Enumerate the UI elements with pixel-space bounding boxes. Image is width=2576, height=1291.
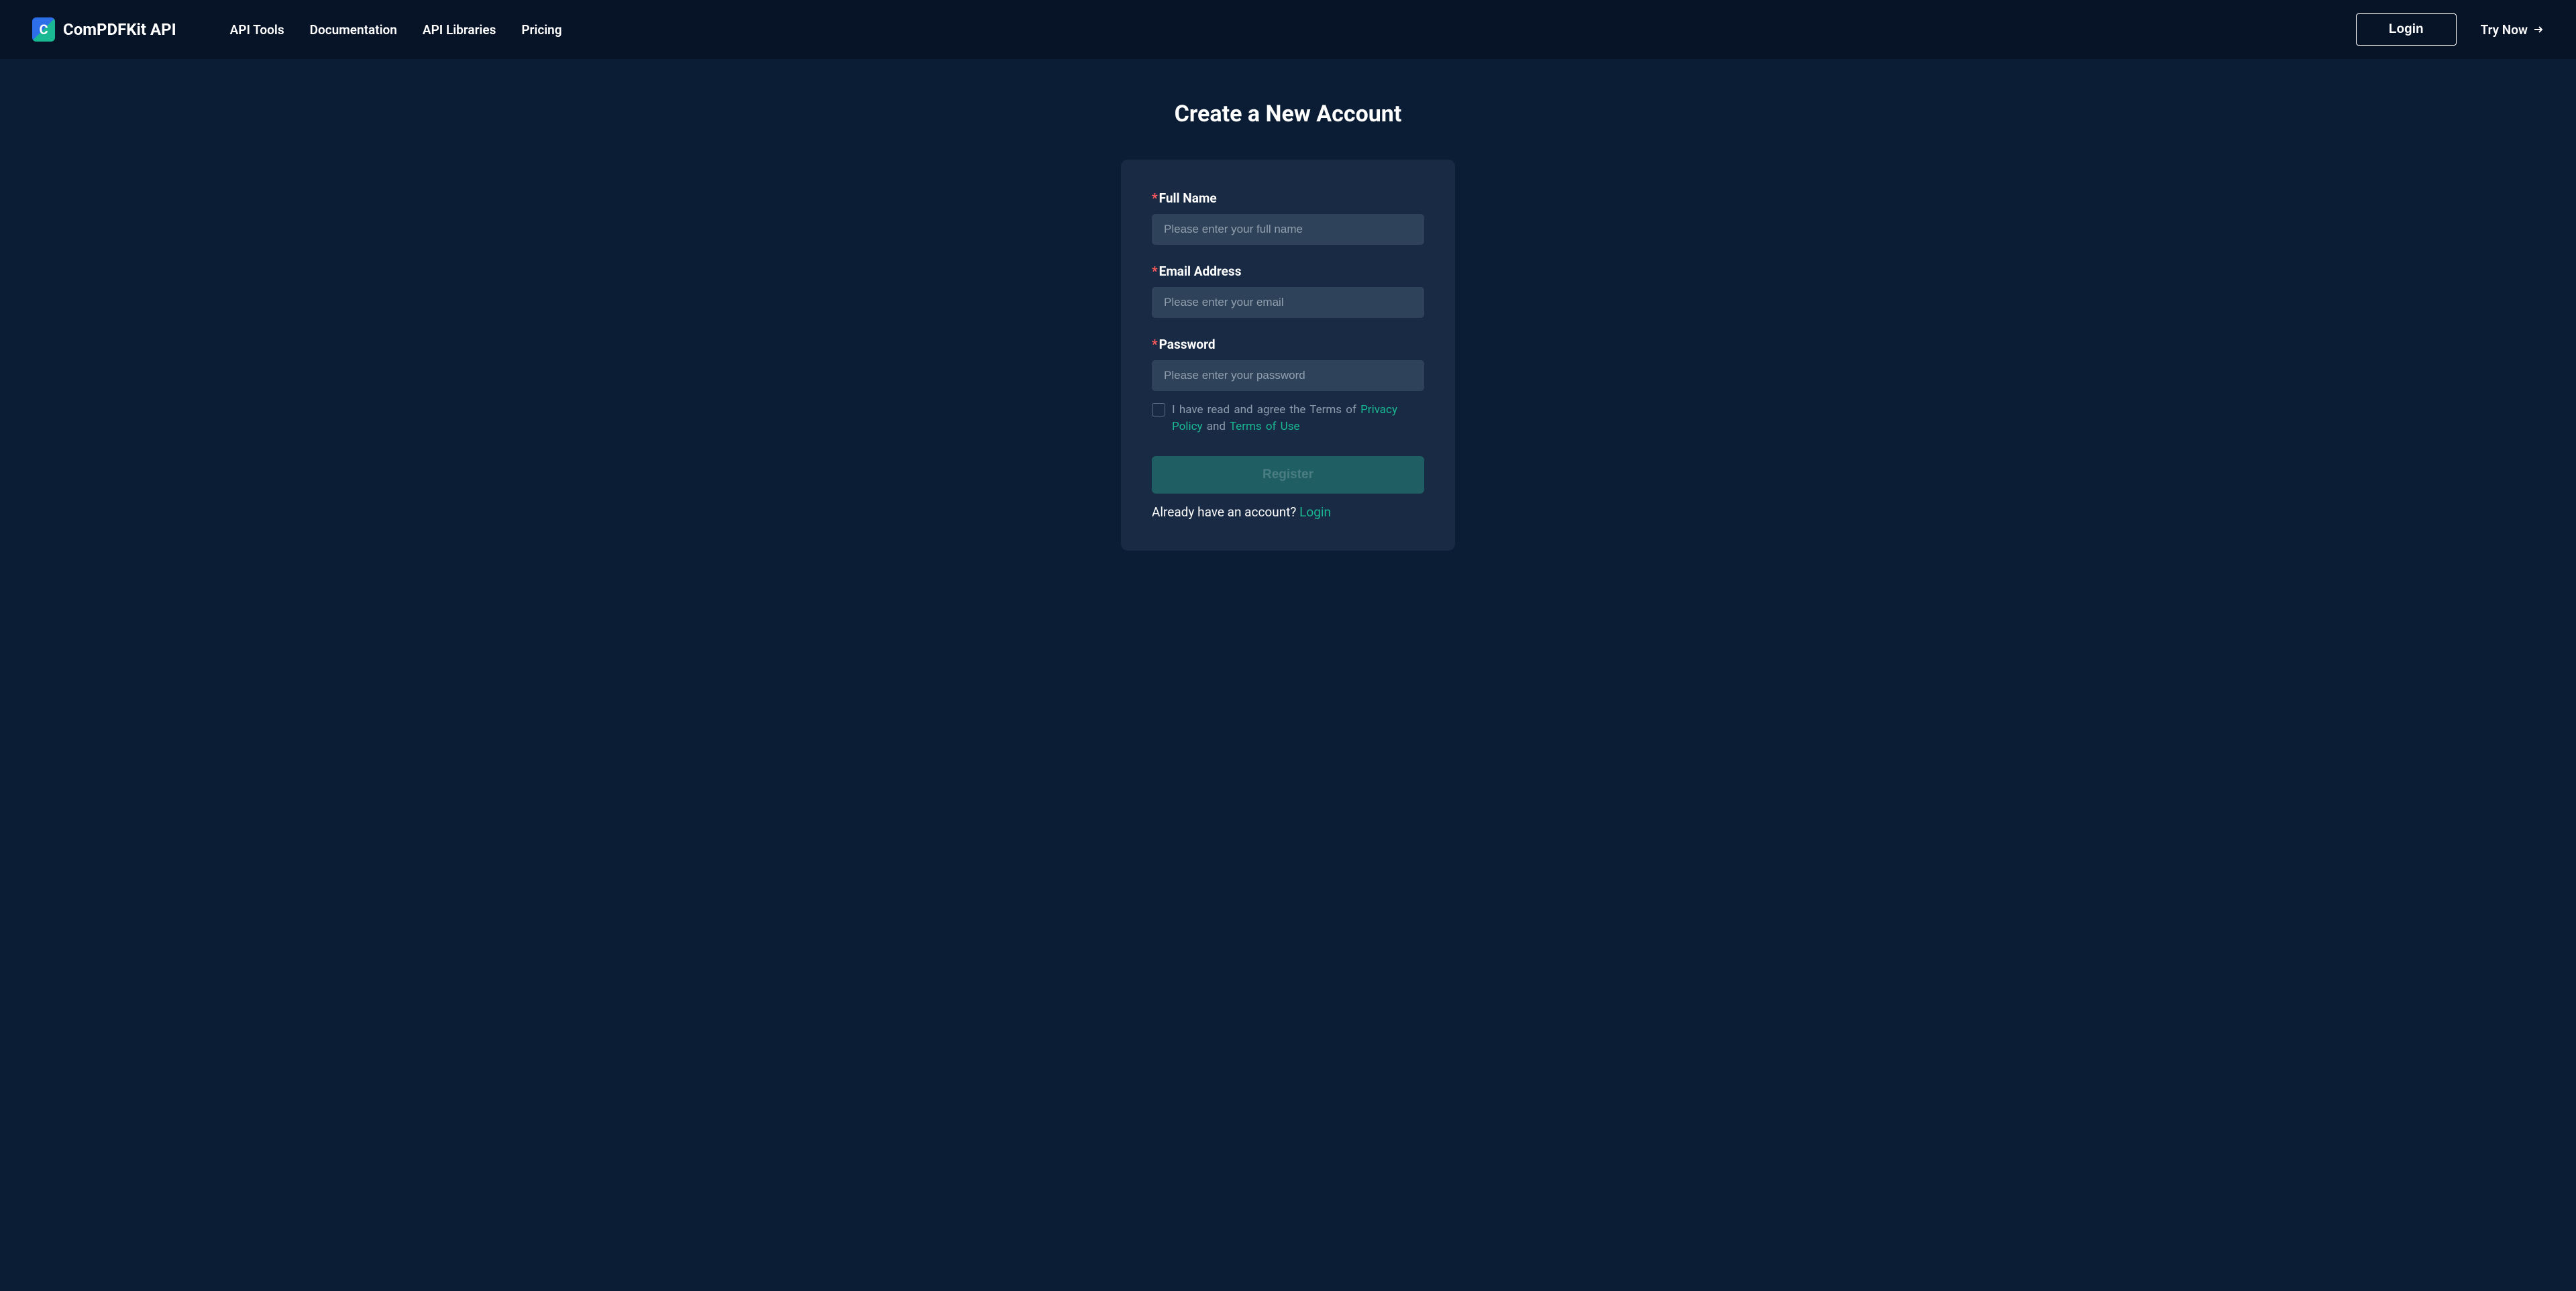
full-name-field: *Full Name bbox=[1152, 190, 1424, 245]
full-name-label-text: Full Name bbox=[1159, 190, 1217, 206]
terms-checkbox[interactable] bbox=[1152, 403, 1165, 416]
page-title: Create a New Account bbox=[1175, 101, 1402, 127]
nav-pricing[interactable]: Pricing bbox=[521, 22, 561, 38]
brand-text: ComPDFKit API bbox=[63, 20, 176, 39]
arrow-right-icon bbox=[2533, 24, 2544, 35]
password-input[interactable] bbox=[1152, 360, 1424, 391]
main-nav: API Tools Documentation API Libraries Pr… bbox=[230, 22, 562, 38]
try-now-label: Try Now bbox=[2481, 22, 2528, 38]
terms-of-use-link[interactable]: Terms of Use bbox=[1230, 420, 1300, 433]
full-name-input[interactable] bbox=[1152, 214, 1424, 245]
terms-and: and bbox=[1203, 420, 1230, 433]
nav-api-tools[interactable]: API Tools bbox=[230, 22, 284, 38]
email-field: *Email Address bbox=[1152, 264, 1424, 318]
full-name-label: *Full Name bbox=[1152, 190, 1424, 206]
nav-documentation[interactable]: Documentation bbox=[310, 22, 397, 38]
required-marker: * bbox=[1152, 337, 1158, 352]
terms-prefix: I have read and agree the Terms of bbox=[1172, 403, 1360, 416]
brand-logo-icon bbox=[32, 17, 55, 42]
email-label-text: Email Address bbox=[1159, 264, 1242, 279]
main-content: Create a New Account *Full Name *Email A… bbox=[0, 59, 2576, 551]
already-account-text: Already have an account? bbox=[1152, 504, 1299, 520]
password-label-text: Password bbox=[1159, 337, 1216, 352]
register-button[interactable]: Register bbox=[1152, 456, 1424, 494]
password-label: *Password bbox=[1152, 337, 1424, 352]
already-account-row: Already have an account? Login bbox=[1152, 504, 1424, 520]
terms-text: I have read and agree the Terms of Priva… bbox=[1172, 402, 1424, 435]
password-field: *Password bbox=[1152, 337, 1424, 391]
try-now-link[interactable]: Try Now bbox=[2481, 22, 2544, 38]
site-header: ComPDFKit API API Tools Documentation AP… bbox=[0, 0, 2576, 59]
signup-card: *Full Name *Email Address *Password I ha… bbox=[1121, 160, 1455, 551]
required-marker: * bbox=[1152, 190, 1158, 206]
login-link[interactable]: Login bbox=[1299, 504, 1331, 520]
email-label: *Email Address bbox=[1152, 264, 1424, 279]
terms-row: I have read and agree the Terms of Priva… bbox=[1152, 402, 1424, 435]
email-input[interactable] bbox=[1152, 287, 1424, 318]
required-marker: * bbox=[1152, 264, 1158, 279]
header-login-button[interactable]: Login bbox=[2356, 13, 2457, 46]
brand[interactable]: ComPDFKit API bbox=[32, 17, 176, 42]
nav-api-libraries[interactable]: API Libraries bbox=[423, 22, 496, 38]
